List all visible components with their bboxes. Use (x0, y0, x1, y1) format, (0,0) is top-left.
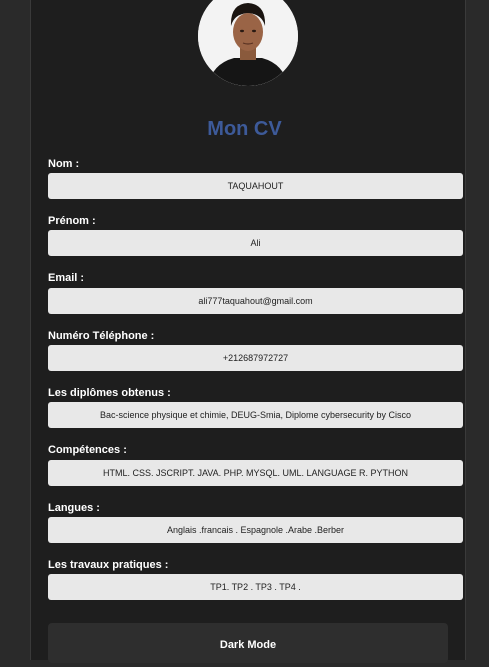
field-email[interactable]: ali777taquahout@gmail.com (48, 288, 463, 314)
label-nom: Nom : (48, 158, 80, 170)
label-telephone: Numéro Téléphone : (48, 330, 155, 342)
dark-mode-button[interactable]: Dark Mode (48, 623, 448, 663)
field-nom[interactable]: TAQUAHOUT (48, 173, 463, 199)
field-travaux[interactable]: TP1. TP2 . TP3 . TP4 . (48, 574, 463, 600)
label-competences: Compétences : (48, 444, 127, 456)
label-prenom: Prénom : (48, 215, 96, 227)
label-diplomes: Les diplômes obtenus : (48, 387, 171, 399)
field-competences[interactable]: HTML. CSS. JSCRIPT. JAVA. PHP. MYSQL. UM… (48, 460, 463, 486)
field-langues[interactable]: Anglais .francais . Espagnole .Arabe .Be… (48, 517, 463, 543)
field-diplomes[interactable]: Bac-science physique et chimie, DEUG-Smi… (48, 402, 463, 428)
label-travaux: Les travaux pratiques : (48, 559, 169, 571)
field-prenom[interactable]: Ali (48, 230, 463, 256)
label-email: Email : (48, 272, 85, 284)
label-langues: Langues : (48, 502, 100, 514)
page-title: Mon CV (207, 118, 282, 140)
field-telephone[interactable]: +212687972727 (48, 345, 463, 371)
